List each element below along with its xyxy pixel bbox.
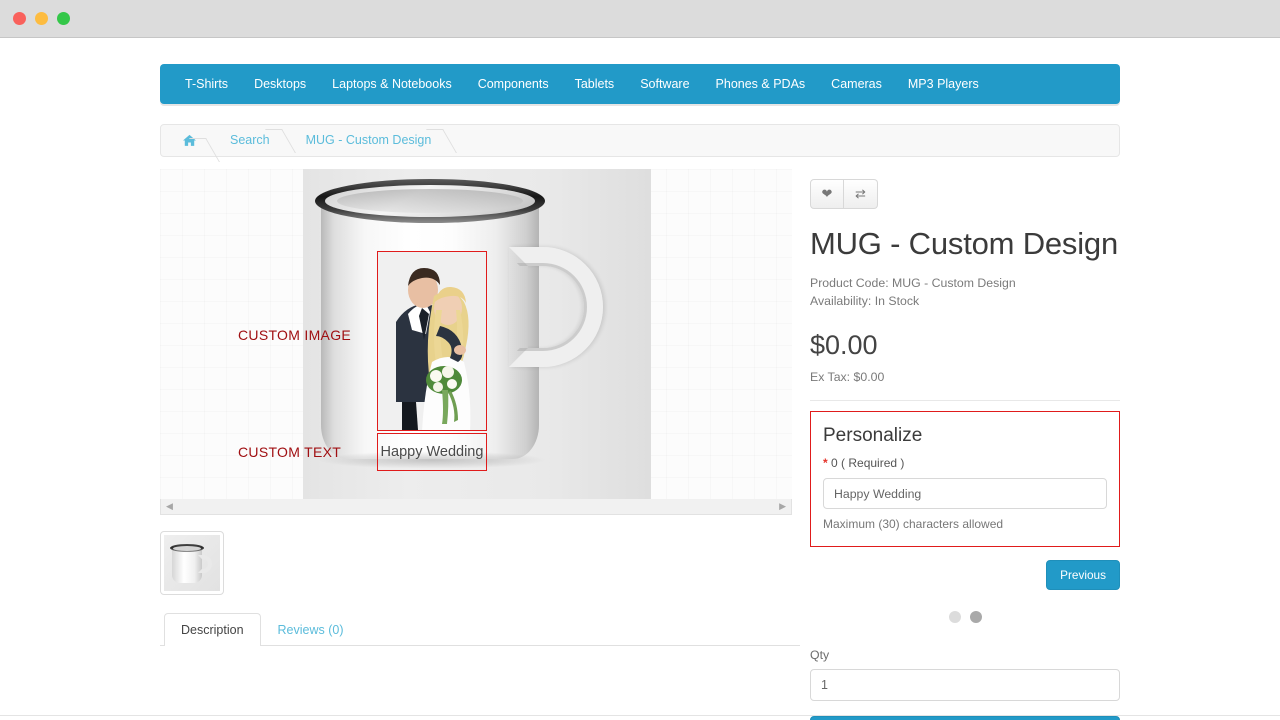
product-info-column: ❤ ⇄ MUG - Custom Design Product Code: MU…	[810, 169, 1120, 720]
product-availability: Availability: In Stock	[810, 294, 920, 308]
step-dot-2[interactable]	[969, 611, 982, 623]
traffic-light-buttons	[13, 12, 70, 25]
annotation-custom-image: CUSTOM IMAGE	[238, 327, 352, 343]
nav-item-cameras[interactable]: Cameras	[818, 64, 895, 104]
gallery-thumbnails	[160, 531, 800, 595]
nav-item-software[interactable]: Software	[627, 64, 702, 104]
mug-thumbnail-image	[164, 535, 220, 591]
product-gallery-column: Happy Wedding CUSTOM IMAGE CUSTOM TEXT ◀…	[160, 169, 800, 720]
thumb-mug-handle	[198, 555, 212, 573]
page-bottom-divider	[0, 715, 1280, 716]
main-navigation: T-Shirts Desktops Laptops & Notebooks Co…	[160, 64, 1120, 104]
product-tabs: Description Reviews (0)	[160, 613, 800, 646]
personalize-text-input[interactable]	[823, 478, 1107, 509]
quantity-input[interactable]	[810, 669, 1120, 701]
nav-item-t-shirts[interactable]: T-Shirts	[160, 64, 241, 104]
product-price: $0.00	[810, 330, 878, 360]
breadcrumb-item-product[interactable]: MUG - Custom Design	[288, 125, 450, 156]
step-dot-1[interactable]	[948, 611, 961, 623]
home-icon	[183, 134, 196, 147]
mug-custom-text: Happy Wedding	[380, 444, 484, 460]
personalize-section: Personalize * 0 ( Required ) Maximum (30…	[810, 411, 1120, 547]
nav-item-phones-pdas[interactable]: Phones & PDAs	[703, 64, 819, 104]
page-title: MUG - Custom Design	[810, 226, 1118, 261]
nav-item-laptops-notebooks[interactable]: Laptops & Notebooks	[319, 64, 465, 104]
nav-item-mp3-players[interactable]: MP3 Players	[895, 64, 992, 104]
breadcrumb-home-link[interactable]	[165, 134, 212, 147]
personalize-step-dots	[810, 611, 1120, 623]
thumb-mug-rim-inner	[173, 546, 201, 551]
tab-description[interactable]: Description	[164, 613, 261, 646]
mug-inner-shadow	[337, 189, 523, 213]
custom-text-placement-box[interactable]: Happy Wedding	[377, 433, 487, 471]
nav-item-desktops[interactable]: Desktops	[241, 64, 319, 104]
browser-window-chrome	[0, 0, 1280, 38]
minimize-window-button[interactable]	[35, 12, 48, 25]
close-window-button[interactable]	[13, 12, 26, 25]
product-main-area: Happy Wedding CUSTOM IMAGE CUSTOM TEXT ◀…	[160, 169, 1120, 720]
personalize-hint: Maximum (30) characters allowed	[823, 517, 1004, 531]
mug-preview-panel: Happy Wedding	[303, 169, 651, 499]
personalize-heading: Personalize	[823, 425, 923, 446]
custom-image-placement-box[interactable]	[377, 251, 487, 431]
product-ex-tax: Ex Tax: $0.00	[810, 370, 885, 384]
product-meta: Product Code: MUG - Custom Design Availa…	[810, 274, 1120, 310]
heart-icon: ❤	[821, 186, 833, 201]
page-container: T-Shirts Desktops Laptops & Notebooks Co…	[160, 38, 1120, 720]
nav-item-tablets[interactable]: Tablets	[562, 64, 628, 104]
compare-arrows-icon: ⇄	[855, 186, 866, 201]
maximize-window-button[interactable]	[57, 12, 70, 25]
product-image-stage[interactable]: Happy Wedding CUSTOM IMAGE CUSTOM TEXT	[160, 169, 792, 499]
qty-label: Qty	[810, 648, 830, 662]
divider	[810, 400, 1120, 401]
chevron-left-icon[interactable]: ◀	[166, 501, 173, 511]
nav-item-components[interactable]: Components	[465, 64, 562, 104]
required-star-icon: *	[823, 456, 828, 470]
gallery-horizontal-scrollbar[interactable]: ◀ ▶	[160, 498, 792, 515]
tab-reviews[interactable]: Reviews (0)	[261, 613, 361, 646]
page-viewport: T-Shirts Desktops Laptops & Notebooks Co…	[0, 38, 1280, 720]
wedding-couple-photo	[378, 252, 486, 430]
required-text: 0 ( Required )	[831, 456, 905, 470]
add-to-wishlist-button[interactable]: ❤	[810, 179, 844, 209]
personalize-required-label: * 0 ( Required )	[823, 456, 1107, 470]
compare-this-product-button[interactable]: ⇄	[844, 179, 878, 209]
previous-button[interactable]: Previous	[1046, 560, 1120, 590]
chevron-right-icon[interactable]: ▶	[779, 501, 786, 511]
product-action-buttons: ❤ ⇄	[810, 179, 1120, 209]
breadcrumb: Search MUG - Custom Design	[160, 124, 1120, 157]
annotation-custom-text: CUSTOM TEXT	[238, 444, 342, 460]
gallery-thumbnail-1[interactable]	[160, 531, 224, 595]
breadcrumb-item-search[interactable]: Search	[212, 125, 288, 156]
add-to-cart-button[interactable]: Add to Cart	[810, 716, 1120, 720]
personalize-nav-row: Previous	[810, 560, 1120, 590]
product-code: Product Code: MUG - Custom Design	[810, 276, 1016, 290]
